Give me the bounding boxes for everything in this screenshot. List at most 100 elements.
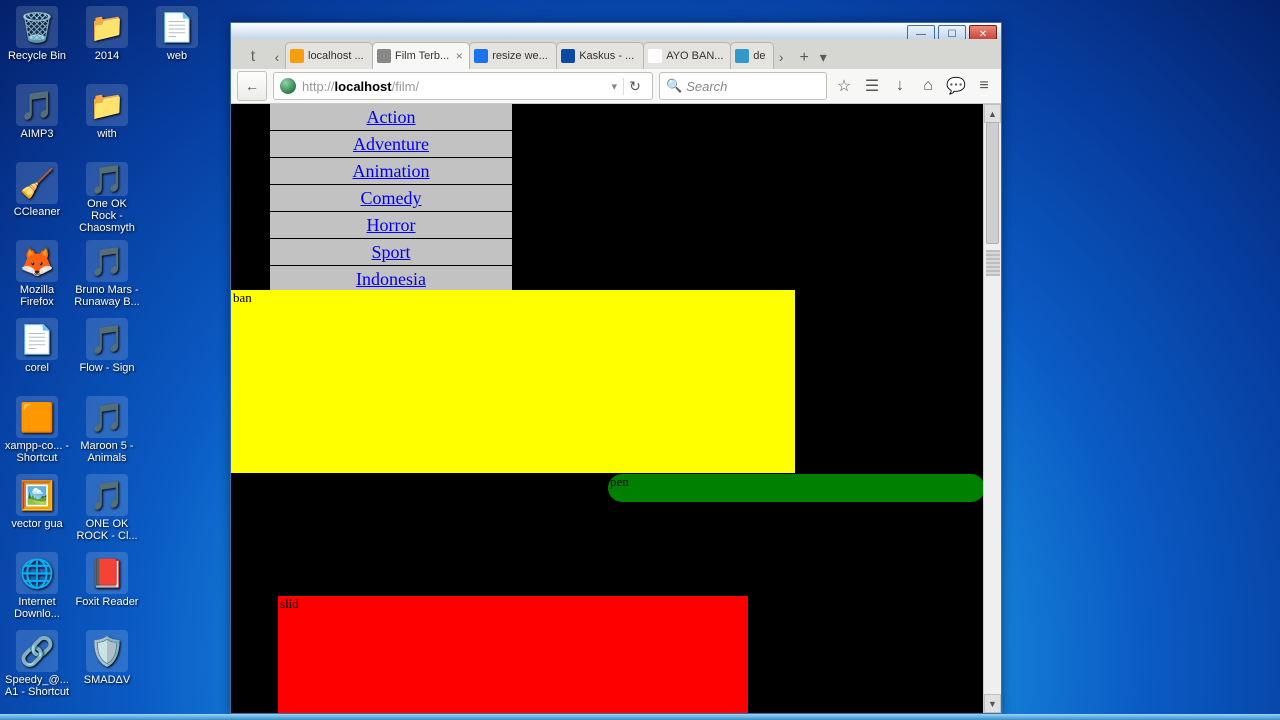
genre-link[interactable]: Comedy xyxy=(361,188,422,208)
downloads-icon[interactable]: ↓ xyxy=(889,72,911,100)
favicon xyxy=(474,49,488,63)
genre-link[interactable]: Horror xyxy=(367,215,416,235)
desktop-icon[interactable]: 🎵Bruno Mars - Runaway B... xyxy=(74,238,140,312)
browser-tab[interactable]: AYO BAN... xyxy=(643,42,731,69)
search-box[interactable]: 🔍 Search xyxy=(659,72,827,100)
file-icon: 🎵 xyxy=(86,240,128,282)
pen-box: pen xyxy=(608,474,985,502)
genre-item: Adventure xyxy=(270,131,512,157)
desktop-icon[interactable]: 🧹 CCleaner xyxy=(4,160,70,234)
file-icon: 🎵 xyxy=(86,318,128,360)
desktop-icon[interactable]: 🦊Mozilla Firefox xyxy=(4,238,70,312)
icon-label: Maroon 5 - Animals xyxy=(74,440,140,464)
browser-tab[interactable]: localhost ... xyxy=(285,42,373,69)
tab-back[interactable]: ‹ xyxy=(269,45,285,69)
scroll-thumb[interactable] xyxy=(986,122,999,244)
slid-box: slid xyxy=(278,596,748,713)
desktop-icon[interactable]: 🗑️Recycle Bin xyxy=(4,4,70,78)
search-icon: 🔍 xyxy=(666,78,682,94)
file-icon: 🛡️ xyxy=(86,630,128,672)
icon-label: corel xyxy=(25,362,49,374)
globe-icon xyxy=(280,78,296,94)
file-icon: 🦊 xyxy=(16,240,58,282)
desktop-icon[interactable]: 🎵Maroon 5 - Animals xyxy=(74,394,140,468)
genre-link[interactable]: Action xyxy=(367,107,416,127)
bookmark-star-icon[interactable]: ☆ xyxy=(833,72,855,100)
file-icon: 📄 xyxy=(16,318,58,360)
content-area: Action Adventure Animation Comedy Horror Spor… xyxy=(231,104,1001,713)
file-icon: 📕 xyxy=(86,552,128,594)
vertical-scrollbar[interactable]: ▲ ▼ xyxy=(983,104,1001,713)
page-body: Action Adventure Animation Comedy Horror Spor… xyxy=(231,104,984,713)
titlebar[interactable]: — ☐ ✕ xyxy=(231,23,1001,39)
tab-title: de xyxy=(753,50,769,62)
file-icon: 🎵 xyxy=(86,474,128,516)
reader-icon[interactable]: ☰ xyxy=(861,72,883,100)
desktop-icon[interactable]: 🟧xampp-co... - Shortcut xyxy=(4,394,70,468)
desktop-icon[interactable]: 📁2014 xyxy=(74,4,140,78)
file-icon: 🎵 xyxy=(86,396,128,438)
browser-window: — ☐ ✕ t ‹ localhost ... Film Terb... × resi… xyxy=(230,22,1002,714)
home-icon[interactable]: ⌂ xyxy=(917,72,939,100)
icon-label: SMADΔV xyxy=(84,674,130,686)
desktop-icon[interactable]: 🌐Internet Downlo... xyxy=(4,550,70,624)
genre-link[interactable]: Indonesia xyxy=(356,269,426,289)
browser-tab[interactable]: resize we... xyxy=(469,42,557,69)
desktop-icon[interactable]: 📄web xyxy=(144,4,210,78)
favicon xyxy=(648,49,662,63)
taskbar[interactable] xyxy=(0,714,1280,720)
favicon xyxy=(735,49,749,63)
file-icon: 🧹 xyxy=(16,162,58,204)
genre-link[interactable]: Sport xyxy=(371,242,410,262)
icon-label: CCleaner xyxy=(14,206,60,218)
browser-tab[interactable]: Kaskus - ... xyxy=(556,42,644,69)
desktop-icon[interactable]: 🛡️ SMADΔV xyxy=(74,628,140,702)
icon-label: Bruno Mars - Runaway B... xyxy=(74,284,140,308)
desktop-icon[interactable]: 🎵 Flow - Sign xyxy=(74,316,140,390)
icon-label: One OK Rock - Chaosmyth xyxy=(74,198,140,234)
chat-icon[interactable]: 💬 xyxy=(945,72,967,100)
url-host: localhost xyxy=(335,79,392,94)
genre-link[interactable]: Animation xyxy=(353,161,430,181)
genre-item: Action xyxy=(270,104,512,130)
desktop-icon[interactable]: 🎵ONE OK ROCK - Cl... xyxy=(74,472,140,546)
new-tab-button[interactable]: + xyxy=(793,47,815,69)
browser-tab[interactable]: de xyxy=(730,42,774,69)
file-icon: 🖼️ xyxy=(16,474,58,516)
desktop-icon[interactable]: 🖼️vector gua xyxy=(4,472,70,546)
genre-item: Horror xyxy=(270,212,512,238)
icon-label: Speedy_@... A1 - Shortcut xyxy=(4,674,70,698)
tab-title: Film Terb... xyxy=(395,50,449,62)
icon-label: with xyxy=(97,128,117,140)
tab-close-icon[interactable]: × xyxy=(453,49,465,63)
tab-menu[interactable]: ▾ xyxy=(815,45,831,69)
tab-forward[interactable]: › xyxy=(773,45,789,69)
icon-label: Flow - Sign xyxy=(79,362,134,374)
pinned-tab[interactable]: t xyxy=(241,45,265,69)
desktop-icon[interactable]: 📕Foxit Reader xyxy=(74,550,140,624)
scroll-down-button[interactable]: ▼ xyxy=(984,694,1001,713)
file-icon: 🎵 xyxy=(86,162,128,196)
nav-toolbar: ← http:// localhost /film/ ▾ ↻ 🔍 Search … xyxy=(231,69,1001,104)
desktop-icon[interactable]: 📁with xyxy=(74,82,140,156)
desktop-icon[interactable]: 🔗Speedy_@... A1 - Shortcut xyxy=(4,628,70,702)
desktop-icon[interactable]: 🎵AIMP3 xyxy=(4,82,70,156)
desktop-icon[interactable]: 📄 corel xyxy=(4,316,70,390)
scroll-up-button[interactable]: ▲ xyxy=(984,104,1001,123)
url-dropdown-icon[interactable]: ▾ xyxy=(611,80,617,93)
url-scheme: http:// xyxy=(302,79,335,94)
browser-tab[interactable]: Film Terb... × xyxy=(372,42,470,69)
reload-button[interactable]: ↻ xyxy=(623,78,646,95)
icon-label: Recycle Bin xyxy=(8,50,66,62)
genre-list: Action Adventure Animation Comedy Horror Spor… xyxy=(270,104,512,293)
file-icon: 🟧 xyxy=(16,396,58,438)
icon-label: 2014 xyxy=(95,50,119,62)
back-button[interactable]: ← xyxy=(237,71,267,101)
genre-link[interactable]: Adventure xyxy=(353,134,429,154)
favicon xyxy=(377,49,391,63)
favicon xyxy=(290,49,304,63)
url-bar[interactable]: http:// localhost /film/ ▾ ↻ xyxy=(273,72,653,100)
menu-icon[interactable]: ≡ xyxy=(973,72,995,100)
icon-label: AIMP3 xyxy=(20,128,53,140)
desktop-icon[interactable]: 🎵One OK Rock - Chaosmyth xyxy=(74,160,140,234)
